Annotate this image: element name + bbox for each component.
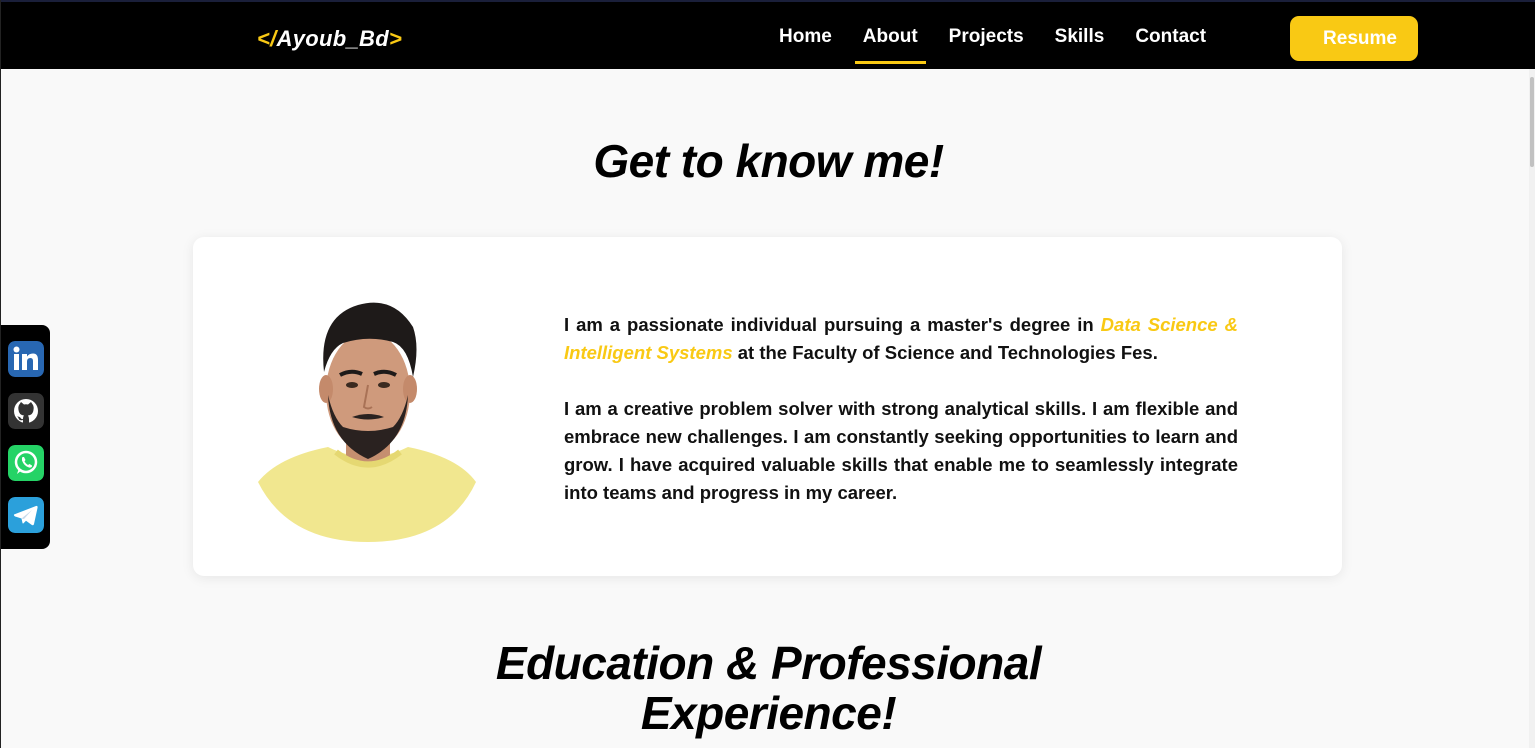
linkedin-icon[interactable] xyxy=(8,341,44,377)
social-sidebar xyxy=(1,325,50,549)
about-title: Get to know me! xyxy=(593,135,944,187)
education-title-line-2: Experience! xyxy=(640,687,897,739)
about-description: I am a passionate individual pursuing a … xyxy=(564,311,1238,535)
nav-link-contact[interactable]: Contact xyxy=(1127,2,1214,69)
profile-photo xyxy=(258,302,476,542)
github-icon[interactable] xyxy=(8,393,44,429)
scrollbar-thumb[interactable] xyxy=(1530,77,1534,167)
site-logo[interactable]: </Ayoub_Bd> xyxy=(257,26,402,52)
nav-link-skills[interactable]: Skills xyxy=(1047,2,1113,69)
about-paragraph-2: I am a creative problem solver with stro… xyxy=(564,398,1238,503)
telegram-icon[interactable] xyxy=(8,497,44,533)
nav-link-home[interactable]: Home xyxy=(771,2,840,69)
nav-links: Home About Projects Skills Contact xyxy=(771,2,1229,69)
page: </Ayoub_Bd> Home About Projects Skills C… xyxy=(0,0,1535,748)
education-title: Education & Professional Experience! xyxy=(1,638,1535,738)
page-scrollbar[interactable] xyxy=(1529,69,1535,748)
navbar: </Ayoub_Bd> Home About Projects Skills C… xyxy=(1,0,1535,69)
nav-link-about[interactable]: About xyxy=(854,2,926,69)
nav-link-projects[interactable]: Projects xyxy=(941,2,1032,69)
logo-close-bracket: > xyxy=(388,26,403,51)
resume-button[interactable]: Resume xyxy=(1290,16,1418,61)
about-paragraph-1-end: at the Faculty of Science and Technologi… xyxy=(732,342,1158,363)
about-paragraph-1: I am a passionate individual pursuing a … xyxy=(564,311,1238,367)
education-title-line-1: Education & Professional xyxy=(495,637,1042,689)
logo-name: Ayoub_Bd xyxy=(276,26,389,51)
about-paragraph-1-start: I am a passionate individual pursuing a … xyxy=(564,314,1101,335)
about-card: I am a passionate individual pursuing a … xyxy=(193,237,1342,576)
logo-open-bracket: </ xyxy=(257,26,277,51)
whatsapp-icon[interactable] xyxy=(8,445,44,481)
